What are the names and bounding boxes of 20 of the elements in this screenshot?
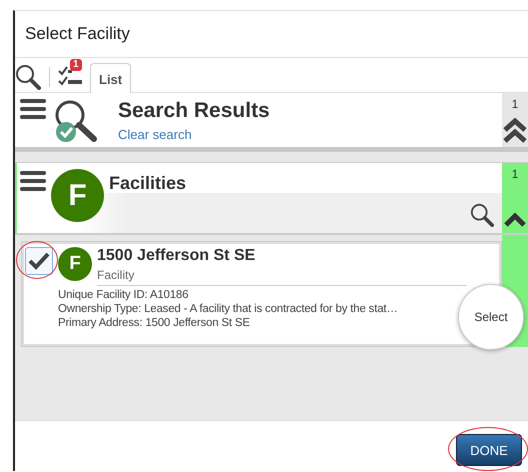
avatar-circle: F: [51, 169, 104, 222]
done-button[interactable]: DONE: [456, 434, 522, 466]
search-icon[interactable]: [15, 64, 41, 90]
result-count: 1: [512, 97, 518, 111]
menu-icon[interactable]: [20, 171, 46, 191]
panel-title: Search Results: [118, 99, 270, 123]
count-badge: 1: [70, 59, 82, 71]
list-tab[interactable]: List: [90, 63, 132, 93]
checkbox[interactable]: [25, 247, 53, 275]
record-title: 1500 Jefferson St SE: [97, 247, 256, 265]
avatar-circle: F: [58, 247, 92, 281]
clear-search-link[interactable]: Clear search: [118, 127, 270, 142]
menu-icon[interactable]: [20, 99, 46, 119]
record-type: Facility: [97, 268, 136, 282]
section-title: Facilities: [109, 173, 188, 194]
collapse-icon[interactable]: [503, 117, 527, 143]
search-icon[interactable]: [470, 203, 494, 227]
chevron-up-icon[interactable]: [504, 213, 526, 227]
facility-count: 1: [512, 167, 518, 181]
dialog-title: Select Facility: [25, 24, 130, 44]
